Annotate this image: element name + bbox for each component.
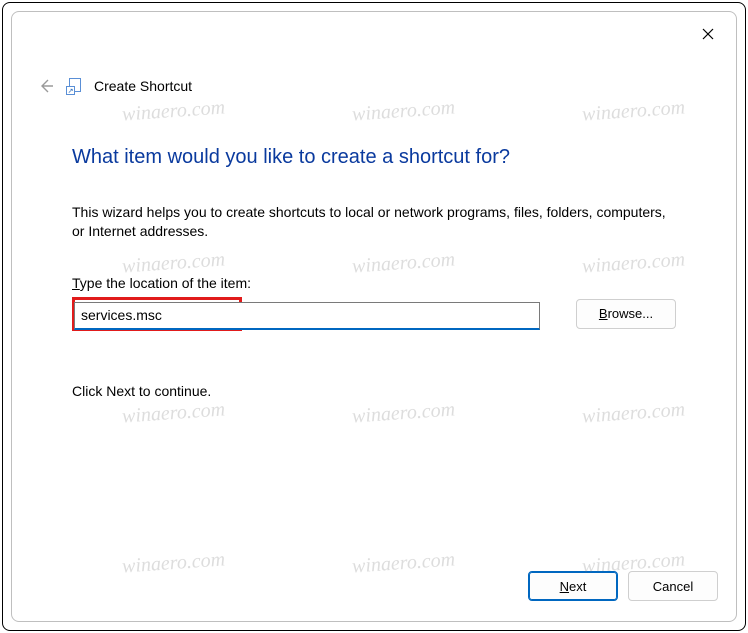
input-highlight bbox=[72, 297, 242, 331]
header-row: ↗ Create Shortcut bbox=[12, 76, 736, 96]
close-button[interactable] bbox=[688, 20, 728, 48]
cancel-button[interactable]: Cancel bbox=[628, 571, 718, 601]
continue-instruction: Click Next to continue. bbox=[72, 383, 676, 399]
wizard-heading: What item would you like to create a sho… bbox=[72, 146, 676, 169]
screenshot-frame: ↗ Create Shortcut What item would you li… bbox=[2, 2, 746, 631]
titlebar bbox=[12, 12, 736, 60]
create-shortcut-dialog: ↗ Create Shortcut What item would you li… bbox=[11, 11, 737, 622]
dialog-footer: Next Cancel bbox=[12, 565, 736, 621]
back-button[interactable] bbox=[36, 76, 56, 96]
wizard-description: This wizard helps you to create shortcut… bbox=[72, 203, 676, 241]
dialog-title: Create Shortcut bbox=[94, 78, 192, 94]
back-arrow-icon bbox=[38, 78, 54, 94]
close-icon bbox=[702, 28, 714, 40]
browse-button[interactable]: Browse... bbox=[576, 299, 676, 329]
location-label: Type the location of the item: bbox=[72, 275, 676, 291]
location-row: Browse... bbox=[72, 297, 676, 331]
shortcut-icon: ↗ bbox=[66, 77, 84, 95]
next-button[interactable]: Next bbox=[528, 571, 618, 601]
wizard-content: What item would you like to create a sho… bbox=[12, 96, 736, 565]
location-input[interactable] bbox=[74, 302, 540, 330]
